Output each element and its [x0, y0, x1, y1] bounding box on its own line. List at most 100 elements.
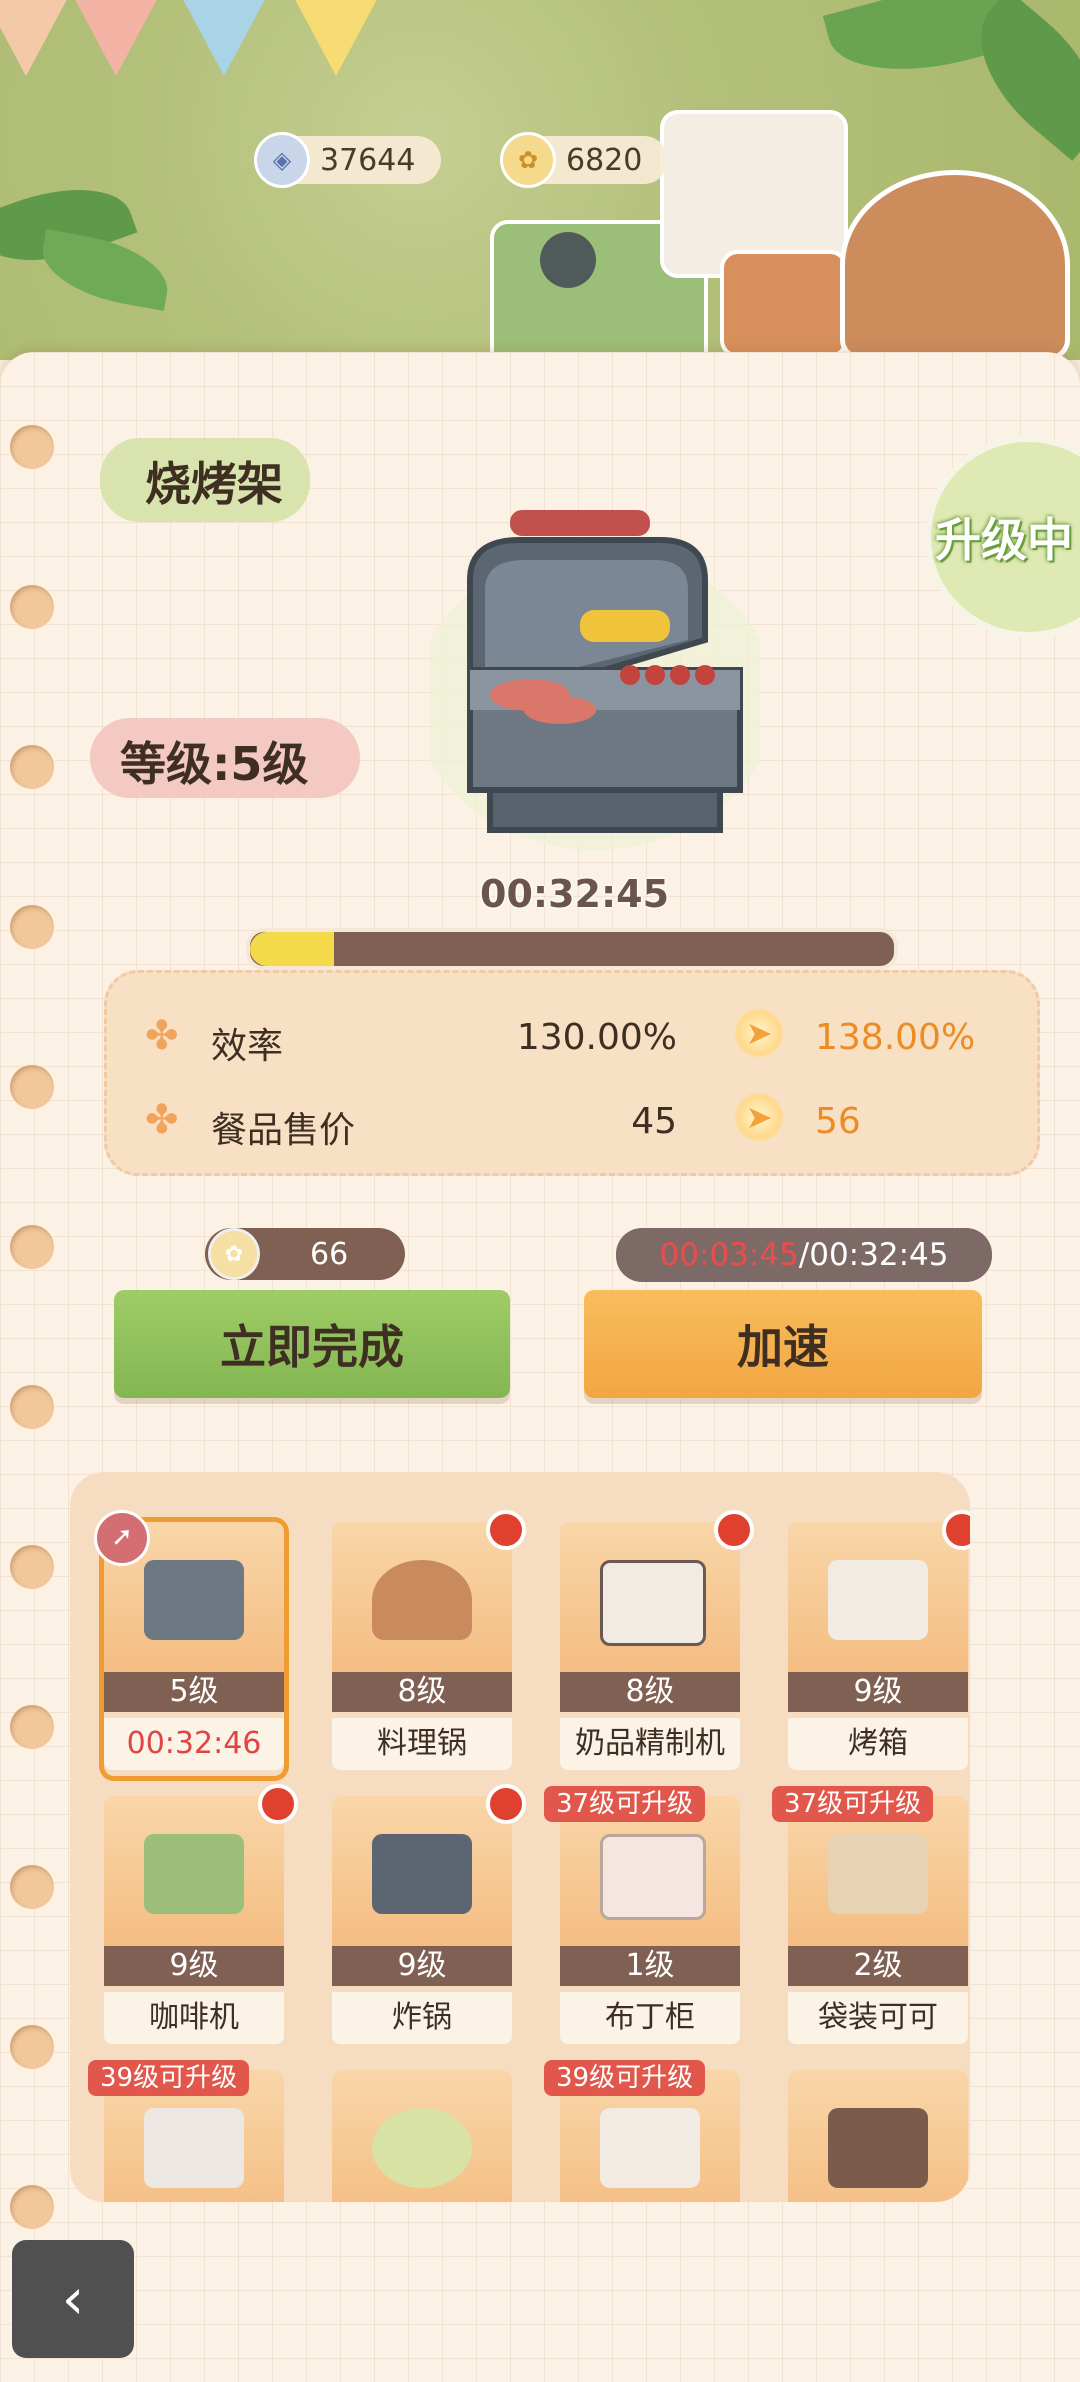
card-level: 9级 [332, 1946, 512, 1986]
arrow-right-icon: ➤ [735, 1009, 783, 1057]
equipment-card-oven[interactable]: 9级 烤箱 [788, 1510, 970, 1776]
speedup-time-badge: 00:03:45/00:32:45 [616, 1228, 992, 1282]
card-name: 炸锅 [332, 1992, 512, 2044]
unlock-level-tag: 37级可升级 [544, 1786, 706, 1822]
gem-amount: 37644 [320, 142, 416, 178]
unlock-level-tag: 37级可升级 [772, 1786, 934, 1822]
stats-box: ✤ 效率 130.00% ➤ 138.00% ✤ 餐品售价 45 ➤ 56 [104, 970, 1040, 1176]
unlock-level-tag: 39级可升级 [88, 2060, 250, 2096]
stat-label: 效率 [211, 1026, 284, 1067]
finish-cost-badge: ✿ 66 [205, 1228, 405, 1280]
binder-hole [10, 905, 54, 949]
card-level: 9级 [104, 1946, 284, 1986]
pudding-cabinet-icon [600, 1834, 706, 1920]
total-time: /00:32:45 [798, 1237, 949, 1273]
notification-dot [258, 1784, 298, 1824]
binder-hole [10, 425, 54, 469]
equipment-card-locked[interactable]: 39级可升级 [88, 2060, 284, 2202]
binder-hole [10, 1225, 54, 1269]
coin-icon: ✿ [208, 1228, 260, 1280]
equipment-level: 等级:5级 [120, 737, 309, 791]
binder-hole [10, 1705, 54, 1749]
card-image [788, 1522, 968, 1672]
equipment-title: 烧烤架 [145, 457, 283, 511]
teapot-icon [372, 2108, 472, 2188]
grill-icon [415, 500, 775, 864]
card-level: 5级 [104, 1672, 284, 1712]
binder-hole [10, 585, 54, 629]
finish-cost-value: 66 [310, 1236, 349, 1272]
equipment-card-fryer[interactable]: 9级 炸锅 [332, 1784, 526, 2050]
card-timer: 00:32:46 [104, 1718, 284, 1770]
box-icon [600, 2108, 700, 2188]
binder-hole [10, 1065, 54, 1109]
equipment-card-dairy[interactable]: 8级 奶品精制机 [560, 1510, 754, 1776]
cake-cabinet-icon [828, 2108, 928, 2188]
speed-up-button[interactable]: 加速 [584, 1290, 982, 1398]
equipment-card-pudding[interactable]: 1级 布丁柜 37级可升级 [544, 1786, 740, 2050]
card-name: 布丁柜 [560, 1992, 740, 2044]
equipment-card-teapot[interactable] [332, 2070, 512, 2202]
clover-icon: ✤ [145, 1097, 179, 1143]
card-name: 咖啡机 [104, 1992, 284, 2044]
gem-icon: ◈ [254, 132, 310, 188]
equipment-card-cocoa[interactable]: 2级 袋装可可 37级可升级 [772, 1786, 968, 2050]
kettle-icon [540, 232, 596, 288]
stat-row-efficiency: ✤ 效率 130.00% ➤ 138.00% [107, 997, 1037, 1077]
notification-dot [486, 1510, 526, 1550]
coin-currency: ✿ 6820 [500, 132, 669, 188]
equipment-card-pot[interactable]: 8级 料理锅 [332, 1510, 526, 1776]
toaster-icon [720, 250, 848, 358]
card-level: 8级 [332, 1672, 512, 1712]
card-name: 奶品精制机 [560, 1718, 740, 1770]
bunting-flag-icon [0, 0, 72, 76]
finish-now-button[interactable]: 立即完成 [114, 1290, 510, 1398]
back-button[interactable]: ‹ [12, 2240, 134, 2358]
cooking-pot-icon [372, 1560, 472, 1640]
binder-hole [10, 1385, 54, 1429]
grill-icon [144, 1560, 244, 1640]
notification-dot [486, 1784, 526, 1824]
clover-icon: ✤ [145, 1013, 179, 1059]
binder-hole [10, 1545, 54, 1589]
cooking-pot-icon [840, 170, 1070, 360]
card-image [788, 2070, 968, 2202]
fryer-icon [372, 1834, 472, 1914]
stat-label: 餐品售价 [211, 1110, 356, 1151]
oven-icon [828, 1560, 928, 1640]
bunting-flag-icon [70, 0, 162, 76]
card-image [332, 2070, 512, 2202]
card-image [104, 1796, 284, 1946]
coin-icon: ✿ [500, 132, 556, 188]
equipment-card-coffee[interactable]: 9级 咖啡机 [104, 1784, 298, 2050]
stat-next-value: 56 [815, 1101, 861, 1142]
card-image [560, 1522, 740, 1672]
card-level: 1级 [560, 1946, 740, 1986]
equipment-card-locked[interactable]: 39级可升级 [544, 2060, 740, 2202]
card-level: 2级 [788, 1946, 968, 1986]
binder-hole [10, 745, 54, 789]
card-image [332, 1522, 512, 1672]
kitchen-scene: ◈ 37644 ✿ 6820 [0, 0, 1080, 360]
machine-icon [144, 2108, 244, 2188]
binder-hole [10, 2025, 54, 2069]
elapsed-time: 00:03:45 [659, 1237, 799, 1273]
bunting-flag-icon [290, 0, 382, 76]
chevron-left-icon: ‹ [61, 2266, 85, 2332]
stat-next-value: 138.00% [815, 1017, 976, 1058]
card-image [332, 1796, 512, 1946]
pin-icon: ➚ [94, 1510, 150, 1566]
card-name: 烤箱 [788, 1718, 968, 1770]
equipment-card-cake[interactable] [788, 2070, 968, 2202]
binder-hole [10, 2185, 54, 2229]
notification-dot [714, 1510, 754, 1550]
dairy-machine-icon [600, 1560, 706, 1646]
card-name: 料理锅 [332, 1718, 512, 1770]
equipment-grid: 5级 00:32:46 ➚ 8级 料理锅 8级 奶品精制机 9级 烤箱 9级 咖… [70, 1472, 970, 2202]
stat-current-value: 45 [631, 1101, 677, 1142]
arrow-right-icon: ➤ [735, 1093, 783, 1141]
cocoa-bag-icon [828, 1834, 928, 1914]
coffee-machine-icon [144, 1834, 244, 1914]
equipment-card-grill[interactable]: 5级 00:32:46 ➚ [94, 1510, 284, 1776]
upgrade-progress-bar [246, 928, 898, 970]
